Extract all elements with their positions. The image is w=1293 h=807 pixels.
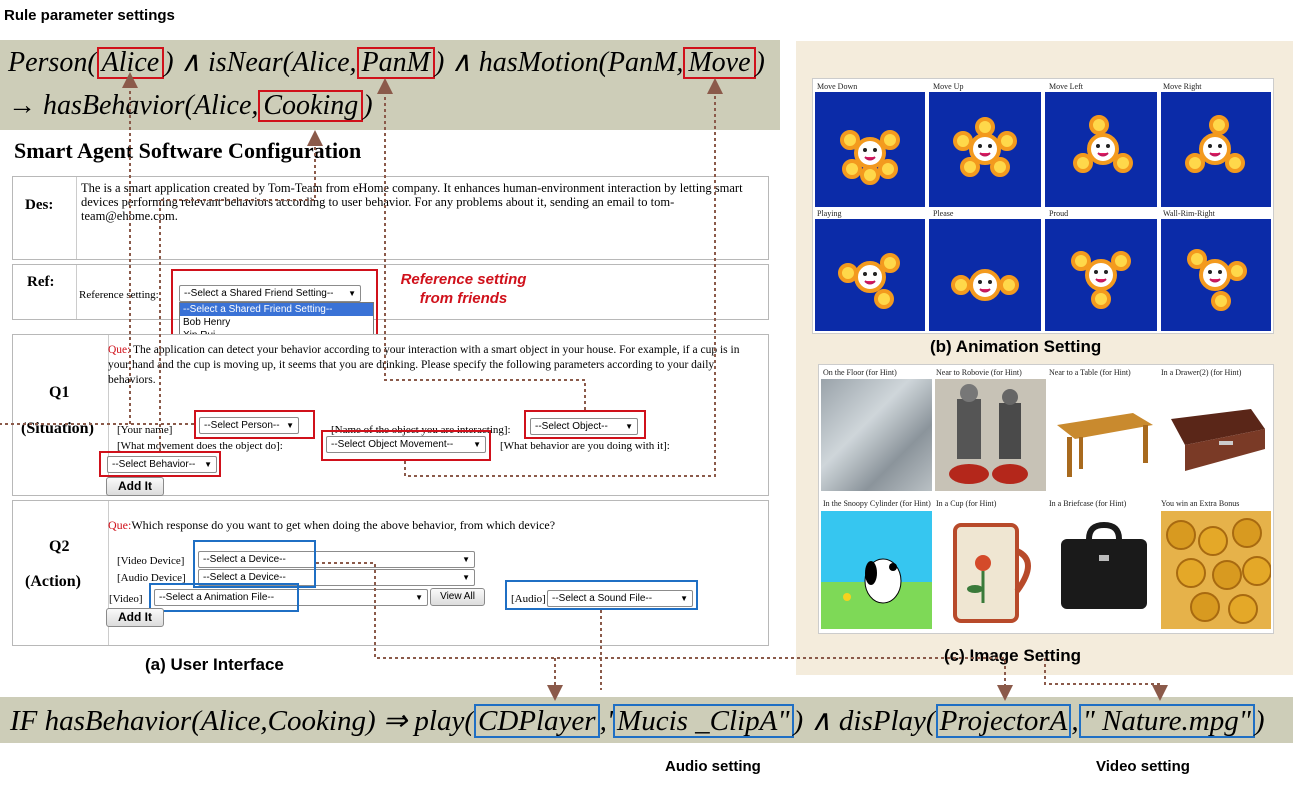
img-label-2: Near to a Table (for Hint) [1049,368,1131,377]
des-text: The is a smart application created by To… [81,181,743,223]
action-formula: IF hasBehavior(Alice,Cooking) ⇒ play(CDP… [10,704,1265,738]
add-it-button-q1[interactable]: Add It [106,477,164,496]
animation-caption: (b) Animation Setting [930,337,1102,356]
img-table[interactable] [1049,379,1159,491]
img-coins[interactable] [1161,511,1271,629]
img-label-1: Near to Robovie (for Hint) [936,368,1022,377]
video-device-label: [Video Device] [117,555,185,567]
img-label-5: In a Cup (for Hint) [936,499,997,508]
movement-highlight [321,430,491,461]
video-label: [Video] [109,593,143,605]
img-briefcase[interactable] [1049,511,1159,629]
rule-formula-line1: Person(Alice) ∧ isNear(Alice, PanM) ∧ has… [8,47,765,79]
img-snoopy[interactable] [821,511,932,629]
behavior-label: [What behavior are you doing with it]: [500,440,670,452]
image-caption: (c) Image Setting [944,646,1081,665]
q1-sub: (Situation) [21,420,94,437]
add-it-button-q2[interactable]: Add It [106,608,164,627]
q1-question: Que: The application can detect your beh… [108,344,740,386]
img-label-4: In the Snoopy Cylinder (for Hint) [823,499,931,508]
des-label: Des: [25,197,54,213]
rule-formula-line2: → hasBehavior(Alice, Cooking) [8,90,373,122]
q1-label: Q1 [49,384,70,401]
image-grid: On the Floor (for Hint) Near to Robovie … [818,364,1274,634]
animation-highlight [149,583,299,612]
ui-title: Smart Agent Software Configuration [14,138,362,163]
your-name-label: [Your name] [117,424,173,436]
q2-sub: (Action) [25,573,81,590]
sound-highlight [505,580,698,610]
q2-label: Q2 [49,538,70,555]
ref-annotation: Reference setting from friends [400,271,527,307]
img-label-6: In a Briefcase (for Hint) [1049,499,1127,508]
des-panel: Des: The is a smart application created … [12,176,769,260]
img-floor[interactable] [821,379,932,491]
video-setting-label: Video setting [1096,758,1190,775]
img-robot[interactable] [935,379,1046,491]
animation-grid: Move Down Move Up Move Left Move Right P… [812,78,1274,334]
q2-question: Que:Which response do you want to get wh… [108,518,556,532]
ref-setting-label: Reference setting: [79,289,159,301]
img-label-7: You win an Extra Bonus [1161,499,1240,508]
figure: Rule parameter settings Person(Alice) ∧ … [0,0,1293,807]
audio-setting-label: Audio setting [665,758,761,775]
img-label-0: On the Floor (for Hint) [823,368,897,377]
ref-label: Ref: [27,274,55,290]
view-all-button[interactable]: View All [430,588,485,606]
ui-caption: (a) User Interface [145,655,284,674]
person-highlight [194,410,315,439]
rule-formula-band: Person(Alice) ∧ isNear(Alice, PanM) ∧ has… [0,40,780,130]
img-cup[interactable] [935,511,1046,629]
object-highlight [524,410,646,439]
rule-heading: Rule parameter settings [4,7,175,24]
device-highlight [193,540,316,588]
anim-characters [838,115,1247,311]
behavior-highlight [99,451,221,477]
img-label-3: In a Drawer(2) (for Hint) [1161,368,1242,377]
img-drawer[interactable] [1161,379,1271,491]
action-formula-band: IF hasBehavior(Alice,Cooking) ⇒ play(CDP… [0,697,1293,743]
